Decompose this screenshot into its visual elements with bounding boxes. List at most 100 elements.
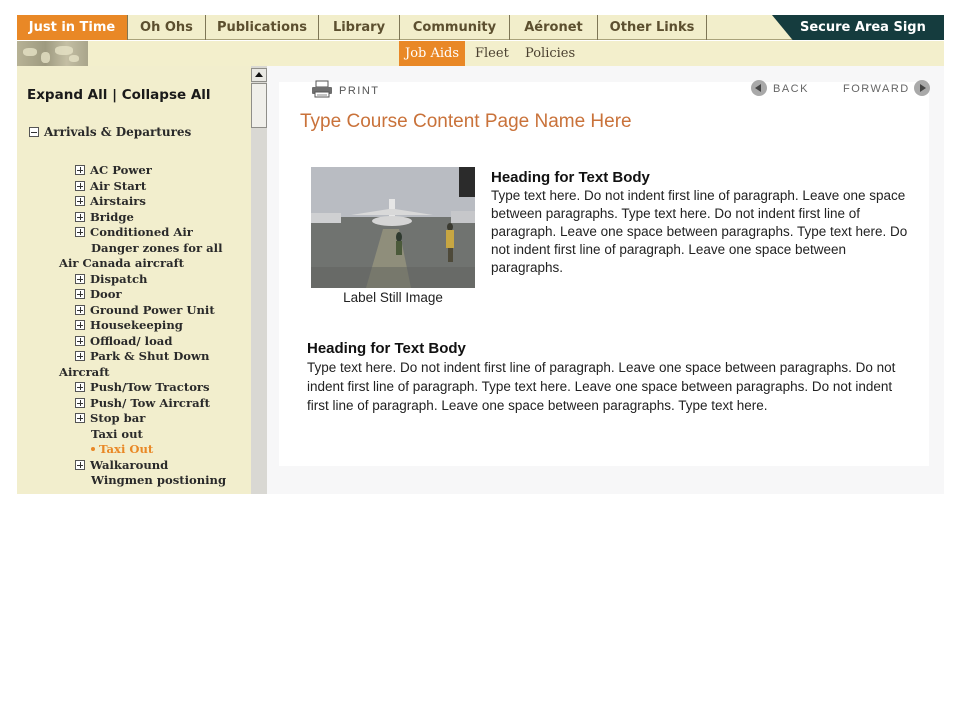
tree-item-label: AC Power	[90, 163, 152, 177]
tree-item-label: Walkaround	[90, 457, 169, 472]
back-button[interactable]: BACK	[751, 80, 809, 96]
tab-policies[interactable]: Policies	[525, 41, 575, 66]
page-title: Type Course Content Page Name Here	[300, 111, 632, 132]
image-caption: Label Still Image	[343, 290, 443, 305]
sidebar: Expand All | Collapse All Arrivals & Dep…	[17, 66, 251, 494]
tree-item-ac-power[interactable]: AC Power	[75, 163, 251, 179]
tree-item-park-shut-down[interactable]: Park & Shut Down	[75, 349, 251, 365]
tree-item-label: Ground Power Unit	[90, 302, 215, 317]
expand-icon[interactable]	[75, 397, 85, 408]
tree-item-label: Conditioned Air	[90, 225, 193, 239]
tree-item-wingmen-positioning[interactable]: Wingmen postioning	[75, 473, 251, 489]
tab-library[interactable]: Library	[319, 15, 400, 40]
printer-icon	[312, 80, 332, 98]
airplane-photo-illustration	[311, 167, 475, 288]
tree-item-bridge[interactable]: Bridge	[75, 210, 251, 226]
expand-icon[interactable]	[75, 413, 85, 423]
tree-item-label: Push/Tow Tractors	[90, 380, 210, 394]
tab-community[interactable]: Community	[400, 15, 510, 40]
text-body-paragraph: Type text here. Do not indent first line…	[307, 360, 896, 413]
text-body-heading: Heading for Text Body	[307, 340, 466, 357]
expand-collapse-controls: Expand All | Collapse All	[27, 87, 211, 103]
forward-arrow-icon	[913, 80, 930, 96]
expand-icon[interactable]	[75, 273, 85, 284]
text-body-block-1: Heading for Text Body Type text here. Do…	[491, 169, 921, 277]
tree-item-walkaround[interactable]: Walkaround	[75, 458, 251, 474]
tree-item-label: Bridge	[90, 209, 134, 224]
tree-item-label: Housekeeping	[90, 318, 183, 332]
sub-navigation: Job Aids Fleet Policies	[17, 41, 944, 66]
scroll-up-arrow-icon[interactable]	[251, 68, 267, 82]
tree-item-door[interactable]: Door	[75, 287, 251, 303]
text-body-paragraph: Type text here. Do not indent first line…	[491, 188, 908, 275]
collapse-icon[interactable]	[29, 127, 39, 137]
tree-item-danger-zones[interactable]: Danger zones for all	[75, 241, 251, 257]
expand-icon[interactable]	[75, 351, 85, 361]
tree-item-airstairs[interactable]: Airstairs	[75, 194, 251, 210]
secure-area-sign-in-button[interactable]: Secure Area Sign In	[772, 15, 944, 40]
tab-fleet[interactable]: Fleet	[475, 41, 509, 66]
print-button[interactable]: PRINT	[311, 80, 380, 98]
tab-publications[interactable]: Publications	[206, 15, 319, 40]
tree-item-label: Airstairs	[90, 194, 146, 208]
tab-oh-ohs[interactable]: Oh Ohs	[128, 15, 206, 40]
scroll-thumb[interactable]	[251, 83, 267, 128]
tree-item-danger-zones-continued[interactable]: Air Canada aircraft	[59, 256, 251, 272]
tree-item-label: Taxi Out	[99, 442, 154, 456]
separator: |	[112, 87, 118, 103]
topic-tree: AC Power Air Start Airstairs Bridge Cond…	[59, 163, 251, 489]
expand-icon[interactable]	[75, 165, 85, 175]
main-content: PRINT BACK FORWARD Type Course Content P…	[267, 66, 944, 494]
print-label: PRINT	[339, 85, 380, 97]
tree-item-label: Air Start	[90, 178, 147, 193]
tree-item-label: Push/ Tow Aircraft	[90, 395, 210, 410]
expand-icon[interactable]	[75, 289, 85, 299]
tree-item-push-tow-aircraft[interactable]: Push/ Tow Aircraft	[75, 396, 251, 412]
expand-icon[interactable]	[75, 320, 85, 330]
collapse-all-link[interactable]: Collapse All	[122, 87, 211, 103]
text-body-block-2: Heading for Text Body Type text here. Do…	[307, 339, 907, 415]
forward-label: FORWARD	[843, 83, 910, 95]
top-navigation: Just in Time Oh Ohs Publications Library…	[17, 15, 944, 40]
tab-just-in-time[interactable]: Just in Time	[17, 15, 128, 40]
tree-item-label: Offload/ load	[90, 333, 173, 348]
tree-item-housekeeping[interactable]: Housekeeping	[75, 318, 251, 334]
tab-other-links[interactable]: Other Links	[598, 15, 707, 40]
tree-item-push-tow-tractors[interactable]: Push/Tow Tractors	[75, 380, 251, 396]
tree-item-stop-bar[interactable]: Stop bar	[75, 411, 251, 427]
tree-item-taxi-out-current[interactable]: Taxi Out	[75, 442, 251, 458]
sidebar-scrollbar[interactable]	[251, 66, 267, 494]
section-label: Arrivals & Departures	[44, 125, 192, 139]
back-arrow-icon	[751, 80, 767, 96]
tree-item-label: Park & Shut Down	[90, 349, 210, 363]
tree-item-label: Dispatch	[90, 271, 148, 286]
tree-item-label: Stop bar	[90, 411, 146, 425]
text-body-heading: Heading for Text Body	[491, 169, 650, 186]
expand-icon[interactable]	[75, 335, 85, 346]
tab-job-aids[interactable]: Job Aids	[399, 41, 466, 66]
section-arrivals-departures[interactable]: Arrivals & Departures	[29, 125, 191, 139]
expand-icon[interactable]	[75, 304, 85, 315]
tree-item-air-start[interactable]: Air Start	[75, 179, 251, 195]
expand-icon[interactable]	[75, 180, 85, 191]
expand-icon[interactable]	[75, 196, 85, 206]
expand-icon[interactable]	[75, 459, 85, 470]
tab-aeronet[interactable]: Aéronet	[510, 15, 598, 40]
expand-icon[interactable]	[75, 227, 85, 237]
tree-item-dispatch[interactable]: Dispatch	[75, 272, 251, 288]
expand-all-link[interactable]: Expand All	[27, 87, 107, 103]
back-label: BACK	[773, 83, 809, 95]
forward-button[interactable]: FORWARD	[843, 80, 930, 96]
tree-item-conditioned-air[interactable]: Conditioned Air	[75, 225, 251, 241]
browser-page: Just in Time Oh Ohs Publications Library…	[17, 15, 944, 494]
tree-item-ground-power-unit[interactable]: Ground Power Unit	[75, 303, 251, 319]
tree-item-park-shut-down-continued[interactable]: Aircraft	[59, 365, 251, 381]
tree-item-offload-load[interactable]: Offload/ load	[75, 334, 251, 350]
expand-icon[interactable]	[75, 382, 85, 392]
world-map-image	[17, 41, 88, 66]
tree-item-label: Door	[90, 287, 122, 301]
expand-icon[interactable]	[75, 211, 85, 222]
bullet-icon	[91, 447, 95, 451]
tree-item-taxi-out[interactable]: Taxi out	[75, 427, 251, 443]
still-image-airplane-tarmac	[311, 167, 475, 288]
